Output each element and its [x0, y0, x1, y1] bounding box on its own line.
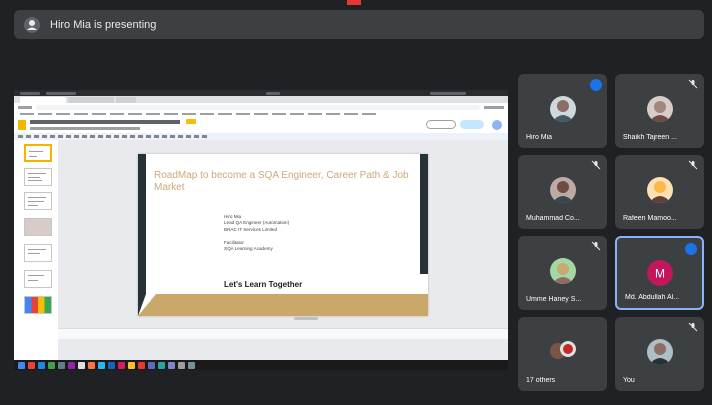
slides-body: RoadMap to become a SQA Engineer, Career…	[14, 140, 508, 360]
participant-tile-others[interactable]: 17 others	[518, 317, 607, 391]
photo-man-icon	[549, 177, 576, 203]
info-line: Lead QA Engineer (Automation)	[224, 220, 290, 226]
speaking-indicator-icon	[685, 243, 697, 255]
letter-avatar: M	[646, 260, 673, 286]
slides-logo-icon	[18, 120, 26, 130]
mic-muted-icon	[591, 160, 601, 170]
account-avatar	[492, 120, 502, 130]
canvas-scroll-indicator	[294, 317, 318, 320]
slide-thumbnail	[24, 192, 52, 210]
slides-header	[14, 117, 508, 133]
browser-address-bar	[14, 103, 508, 111]
photo-man-icon	[646, 339, 673, 365]
photo-man-icon	[549, 96, 576, 122]
slide-tagline: Let's Learn Together	[224, 280, 303, 289]
participant-name: Muhammad Co...	[526, 215, 580, 222]
participant-tile[interactable]: M Md. Abdullah Al...	[615, 236, 704, 310]
current-slide: RoadMap to become a SQA Engineer, Career…	[138, 154, 428, 316]
presenting-label: Hiro Mia is presenting	[50, 18, 157, 31]
photo-woman-icon	[646, 96, 673, 122]
slide-thumbnail	[24, 144, 52, 162]
slide-thumbnail	[24, 244, 52, 262]
participant-name: Hiro Mia	[526, 134, 553, 141]
participant-tile[interactable]: Shaikh Tajreen ...	[615, 74, 704, 148]
photo-man-icon	[646, 177, 673, 203]
participant-name: Rafeen Mamoo...	[623, 215, 677, 222]
slides-editor: RoadMap to become a SQA Engineer, Career…	[14, 117, 508, 360]
group-icon	[549, 341, 576, 359]
slide-presenter-info: Hiro Mia Lead QA Engineer (Automation) B…	[224, 214, 289, 252]
participant-tile[interactable]: Umme Haney S...	[518, 236, 607, 310]
photo-woman-icon	[549, 258, 576, 284]
doc-title-placeholder	[30, 120, 180, 124]
top-accent-bar	[347, 0, 361, 5]
participant-name: 17 others	[526, 377, 556, 384]
slide-thumbnail	[24, 218, 52, 236]
shared-screen[interactable]: RoadMap to become a SQA Engineer, Career…	[14, 90, 508, 370]
os-taskbar	[14, 360, 508, 370]
slide-thumbnail	[24, 270, 52, 288]
participant-tile[interactable]: Muhammad Co...	[518, 155, 607, 229]
slides-toolbar	[14, 133, 508, 140]
info-line: SQA Learning Academy	[224, 246, 273, 252]
speaker-notes	[58, 328, 508, 339]
slideshow-button	[426, 120, 456, 129]
mic-muted-icon	[591, 241, 601, 251]
mic-muted-icon	[688, 79, 698, 89]
participant-name: You	[623, 377, 635, 384]
slide-title: RoadMap to become a SQA Engineer, Career…	[154, 170, 409, 193]
menu-bar-placeholder	[30, 127, 140, 130]
participant-name: Md. Abdullah Al...	[625, 294, 680, 301]
participant-name: Shaikh Tajreen ...	[623, 134, 677, 141]
slide-thumbnail	[24, 296, 52, 314]
share-button	[460, 120, 484, 129]
doc-badge	[186, 119, 196, 124]
slide-canvas: RoadMap to become a SQA Engineer, Career…	[58, 140, 508, 360]
browser-tabs	[14, 96, 508, 103]
presenter-avatar-icon	[24, 16, 40, 33]
mic-muted-icon	[688, 160, 698, 170]
participant-tile-self[interactable]: You	[615, 317, 704, 391]
participant-name: Umme Haney S...	[526, 296, 582, 303]
mic-muted-icon	[688, 322, 698, 332]
participant-tile[interactable]: Rafeen Mamoo...	[615, 155, 704, 229]
slide-thumbnail	[24, 168, 52, 186]
avatar-letter: M	[655, 267, 665, 281]
speaking-indicator-icon	[590, 79, 602, 91]
participant-tile[interactable]: Hiro Mia	[518, 74, 607, 148]
slide-filmstrip	[14, 140, 58, 360]
presentation-banner: Hiro Mia is presenting	[14, 10, 704, 39]
